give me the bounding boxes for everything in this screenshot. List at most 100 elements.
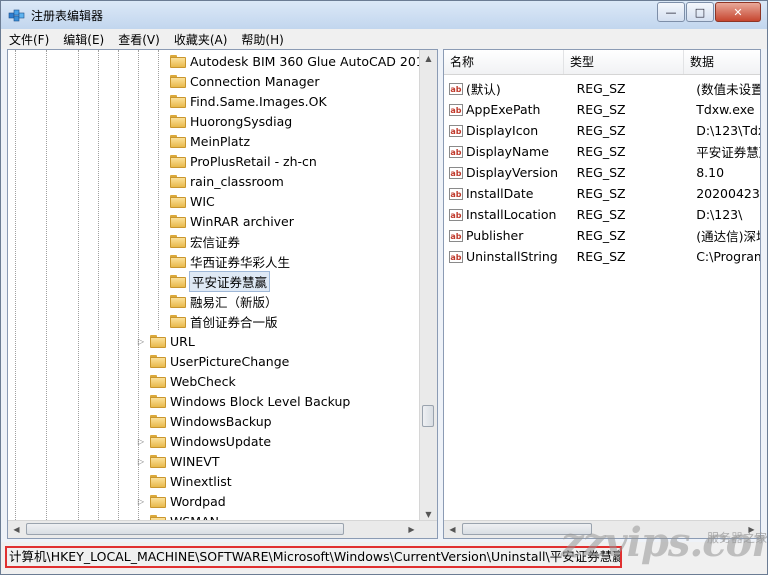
scroll-right-arrow-icon[interactable]: ▶ — [403, 521, 420, 538]
scroll-left-arrow-icon[interactable]: ◀ — [8, 521, 25, 538]
menu-file[interactable]: 文件(F) — [9, 31, 49, 48]
value-name: (默认) — [465, 82, 501, 97]
tree-item[interactable]: WebCheck — [136, 372, 236, 391]
value-data: (数值未设置) — [696, 82, 760, 97]
menu-favorites[interactable]: 收藏夹(A) — [174, 31, 228, 48]
value-type: REG_SZ — [576, 123, 626, 138]
menu-view[interactable]: 查看(V) — [118, 31, 160, 48]
string-value-icon: ab — [449, 103, 463, 116]
scroll-left-arrow-icon[interactable]: ◀ — [444, 521, 461, 538]
tree-guide-line — [118, 50, 119, 520]
expand-arrow-icon[interactable]: ▷ — [136, 437, 146, 446]
tree-item-label: MeinPlatz — [190, 134, 251, 149]
tree-item-label: 平安证券慧赢 — [188, 271, 271, 292]
tree-item[interactable]: Connection Manager — [156, 72, 320, 91]
tree-item-label: Windows Block Level Backup — [170, 394, 351, 409]
expand-arrow-icon[interactable]: ▷ — [136, 337, 146, 346]
string-value-icon: ab — [449, 166, 463, 179]
tree-guide-line — [78, 50, 79, 520]
value-row[interactable]: abDisplayName REG_SZ 平安证券慧赢 — [444, 141, 760, 162]
folder-icon — [150, 375, 166, 388]
folder-icon — [170, 55, 186, 68]
string-value-icon: ab — [449, 250, 463, 263]
title-bar[interactable]: 注册表编辑器 — □ ✕ — [1, 1, 767, 29]
tree-item[interactable]: Find.Same.Images.OK — [156, 92, 327, 111]
tree-vertical-scrollbar[interactable]: ▲ ▼ — [419, 50, 437, 523]
value-name: DisplayName — [465, 144, 549, 159]
value-row[interactable]: abDisplayIcon REG_SZ D:\123\Tdxw — [444, 120, 760, 141]
tree-item[interactable]: ▷ Wordpad — [136, 492, 226, 511]
string-value-icon: ab — [449, 145, 463, 158]
values-pane[interactable]: 名称 类型 数据 ab(默认)REG_SZ(数值未设置)abAppExePath… — [443, 49, 761, 539]
folder-icon — [170, 195, 186, 208]
tree-item[interactable]: WindowsBackup — [136, 412, 272, 431]
tree-item[interactable]: 宏信证券 — [156, 232, 240, 251]
expand-arrow-icon[interactable]: ▷ — [136, 457, 146, 466]
string-value-icon: ab — [449, 229, 463, 242]
folder-icon — [170, 215, 186, 228]
menu-help[interactable]: 帮助(H) — [241, 31, 283, 48]
value-name: InstallLocation — [465, 207, 557, 222]
tree-item[interactable]: HuorongSysdiag — [156, 112, 292, 131]
tree-item-label: 首创证券合一版 — [190, 315, 278, 330]
tree-item[interactable]: ▷ WindowsUpdate — [136, 432, 271, 451]
scroll-up-arrow-icon[interactable]: ▲ — [420, 50, 437, 67]
value-type: REG_SZ — [576, 228, 626, 243]
status-key-path: 计算机\HKEY_LOCAL_MACHINE\SOFTWARE\Microsof… — [5, 546, 622, 568]
value-type: REG_SZ — [576, 207, 626, 222]
registry-editor-icon — [8, 9, 25, 22]
value-row[interactable]: ab DisplayVersion REG_SZ 8.10 — [444, 162, 760, 183]
folder-icon — [170, 175, 186, 188]
tree-item[interactable]: UserPictureChange — [136, 352, 289, 371]
tree-item[interactable]: ▷ URL — [136, 332, 195, 351]
value-data: D:\123\ — [696, 207, 743, 222]
tree-item-label: ProPlusRetail - zh-cn — [190, 154, 317, 169]
tree-item[interactable]: rain_classroom — [156, 172, 284, 191]
value-row[interactable]: ab AppExePath REG_SZ Tdxw.exe — [444, 99, 760, 120]
value-type: REG_SZ — [576, 249, 626, 264]
tree-item[interactable]: Windows Block Level Backup — [136, 392, 350, 411]
value-row[interactable]: ab InstallLocation REG_SZ D:\123\ — [444, 204, 760, 225]
tree-item[interactable]: Winextlist — [136, 472, 232, 491]
folder-icon — [170, 95, 186, 108]
string-value-icon: ab — [449, 187, 463, 200]
tree-item[interactable]: WinRAR archiver — [156, 212, 294, 231]
value-name: UninstallString — [465, 249, 558, 264]
value-row[interactable]: ab UninstallString REG_SZ C:\Program — [444, 246, 760, 267]
tree-item[interactable]: ProPlusRetail - zh-cn — [156, 152, 317, 171]
tree-item[interactable]: WIC — [156, 192, 215, 211]
tree-hscroll-thumb[interactable] — [26, 523, 344, 535]
column-name-header[interactable]: 名称 — [444, 50, 564, 74]
tree-item-label: HuorongSysdiag — [190, 114, 293, 129]
tree-item[interactable]: 平安证券慧赢 — [156, 271, 271, 292]
key-tree-pane[interactable]: Autodesk BIM 360 Glue AutoCAD 2017 / Conn… — [7, 49, 438, 539]
minimize-button[interactable]: — — [657, 2, 685, 22]
column-data-header[interactable]: 数据 — [684, 50, 760, 74]
window-controls: — □ ✕ — [656, 2, 761, 22]
folder-icon — [150, 495, 166, 508]
folder-icon — [150, 335, 166, 348]
tree-item-label: WINEVT — [170, 454, 220, 469]
folder-icon — [170, 295, 186, 308]
tree-item[interactable]: 华西证券华彩人生 — [156, 252, 290, 271]
tree-scroll-thumb[interactable] — [422, 405, 434, 427]
tree-item-label: 融易汇（新版） — [190, 295, 278, 310]
tree-item[interactable]: Autodesk BIM 360 Glue AutoCAD 2017 / — [156, 52, 437, 71]
folder-icon — [150, 435, 166, 448]
tree-item[interactable]: MeinPlatz — [156, 132, 250, 151]
value-data: (通达信)深圳 — [696, 229, 760, 244]
tree-item[interactable]: 首创证券合一版 — [156, 312, 278, 331]
menu-edit[interactable]: 编辑(E) — [63, 31, 104, 48]
tree-item[interactable]: ▷ WINEVT — [136, 452, 220, 471]
value-row[interactable]: abPublisher REG_SZ (通达信)深圳 — [444, 225, 760, 246]
maximize-button[interactable]: □ — [686, 2, 714, 22]
column-type-header[interactable]: 类型 — [564, 50, 684, 74]
expand-arrow-icon[interactable]: ▷ — [136, 497, 146, 506]
value-row[interactable]: ab(默认) REG_SZ (数值未设置) — [444, 78, 760, 99]
close-button[interactable]: ✕ — [715, 2, 761, 22]
tree-horizontal-scrollbar[interactable]: ◀ ▶ — [8, 520, 437, 538]
tree-item-label: URL — [170, 334, 195, 349]
value-type: REG_SZ — [576, 186, 626, 201]
tree-item[interactable]: 融易汇（新版） — [156, 292, 278, 311]
value-row[interactable]: ab InstallDate REG_SZ 20200423 — [444, 183, 760, 204]
